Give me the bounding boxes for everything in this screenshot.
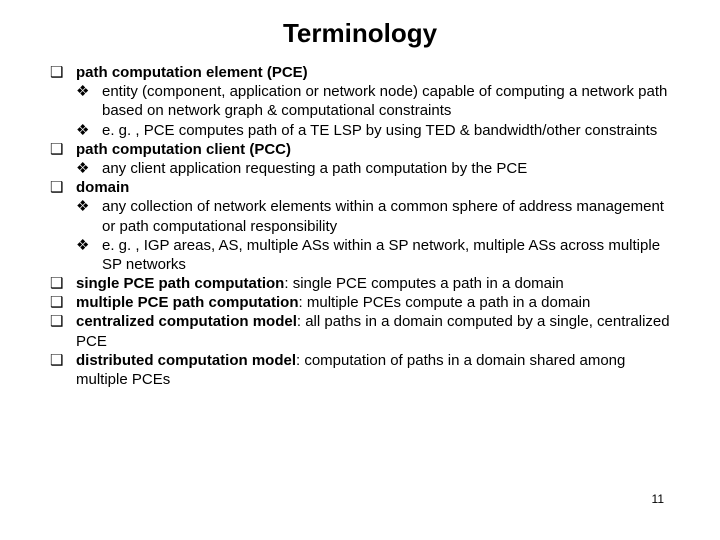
list-item: ❑ distributed computation model: computa… [50, 351, 670, 389]
slide: Terminology ❑ path computation element (… [0, 0, 720, 540]
square-bullet-icon: ❑ [50, 63, 76, 82]
term-label: domain [76, 179, 129, 196]
slide-content: ❑ path computation element (PCE) ❖ entit… [50, 63, 670, 389]
diamond-bullet-icon: ❖ [76, 236, 102, 274]
definition-text: e. g. , IGP areas, AS, multiple ASs with… [102, 236, 670, 274]
diamond-bullet-icon: ❖ [76, 159, 102, 178]
definition-text: any collection of network elements withi… [102, 197, 670, 235]
definition-text: : single PCE computes a path in a domain [284, 275, 563, 292]
list-item: ❑ path computation client (PCC) [50, 140, 670, 159]
term-label: path computation client (PCC) [76, 141, 291, 158]
diamond-bullet-icon: ❖ [76, 82, 102, 120]
term-label: path computation element (PCE) [76, 64, 308, 81]
list-item: ❖ e. g. , IGP areas, AS, multiple ASs wi… [76, 236, 670, 274]
list-item: ❑ single PCE path computation: single PC… [50, 274, 670, 293]
list-item: ❑ multiple PCE path computation: multipl… [50, 293, 670, 312]
list-item: ❑ path computation element (PCE) [50, 63, 670, 82]
definition-text: : multiple PCEs compute a path in a doma… [299, 294, 591, 311]
definition-text: entity (component, application or networ… [102, 82, 670, 120]
term-label: single PCE path computation [76, 275, 284, 292]
page-number: 11 [652, 492, 664, 506]
square-bullet-icon: ❑ [50, 312, 76, 350]
square-bullet-icon: ❑ [50, 274, 76, 293]
slide-title: Terminology [50, 18, 670, 49]
list-item: ❖ any client application requesting a pa… [76, 159, 670, 178]
list-item: ❖ entity (component, application or netw… [76, 82, 670, 120]
list-item: ❖ any collection of network elements wit… [76, 197, 670, 235]
definition-text: e. g. , PCE computes path of a TE LSP by… [102, 121, 670, 140]
diamond-bullet-icon: ❖ [76, 121, 102, 140]
list-item: ❑ centralized computation model: all pat… [50, 312, 670, 350]
term-label: distributed computation model [76, 352, 296, 369]
square-bullet-icon: ❑ [50, 293, 76, 312]
diamond-bullet-icon: ❖ [76, 197, 102, 235]
square-bullet-icon: ❑ [50, 178, 76, 197]
square-bullet-icon: ❑ [50, 140, 76, 159]
term-label: multiple PCE path computation [76, 294, 299, 311]
list-item: ❖ e. g. , PCE computes path of a TE LSP … [76, 121, 670, 140]
term-label: centralized computation model [76, 313, 297, 330]
definition-text: any client application requesting a path… [102, 159, 670, 178]
list-item: ❑ domain [50, 178, 670, 197]
square-bullet-icon: ❑ [50, 351, 76, 389]
